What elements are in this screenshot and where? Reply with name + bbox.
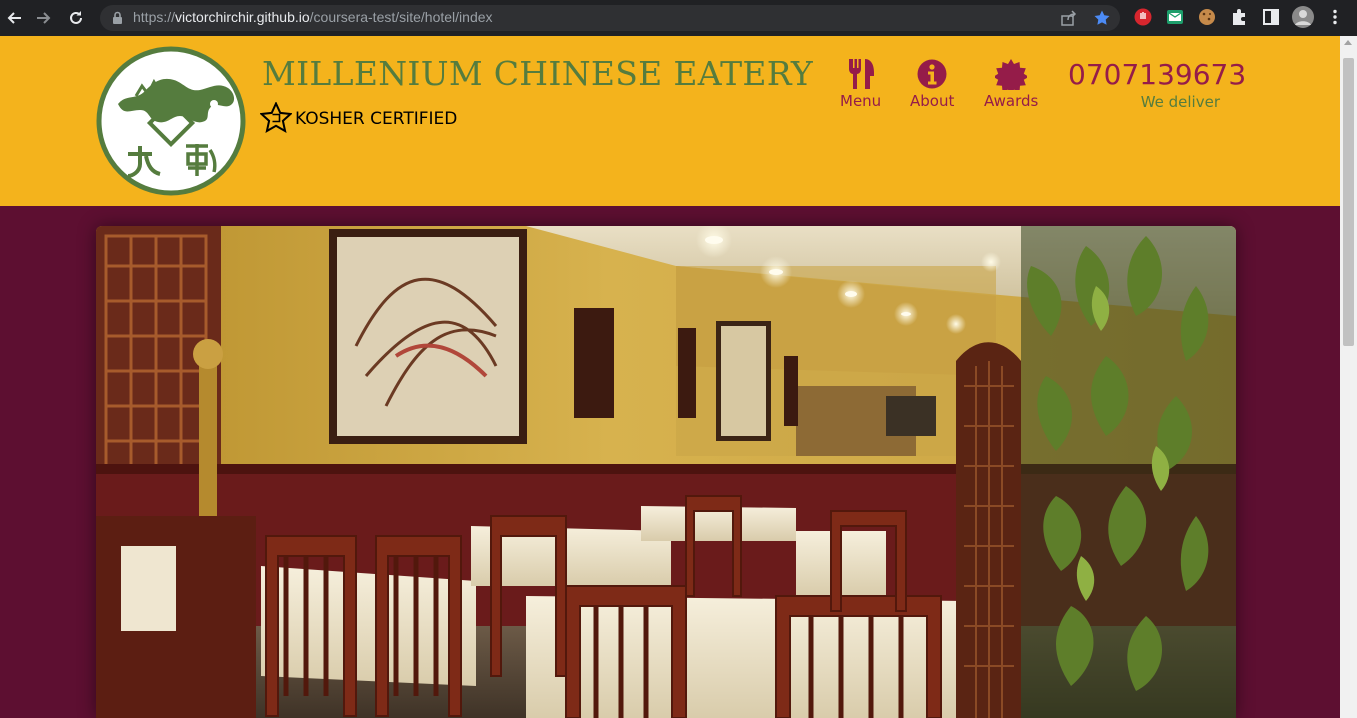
restaurant-logo[interactable]: [96, 46, 246, 196]
kosher-star-icon: [260, 102, 292, 133]
reload-icon: [70, 11, 82, 24]
back-icon: [7, 12, 21, 24]
cutlery-icon: [848, 59, 874, 89]
forward-icon: [37, 12, 51, 24]
reload-button[interactable]: [65, 7, 87, 29]
sidepanel-icon[interactable]: [1262, 8, 1280, 26]
mail-extension-icon[interactable]: [1166, 8, 1184, 26]
nav-awards[interactable]: Awards: [984, 58, 1038, 110]
forward-button[interactable]: [33, 7, 55, 29]
url-text: https://victorchirchir.github.io/courser…: [133, 9, 493, 25]
delivery-note: We deliver: [1140, 93, 1220, 111]
adblock-extension-icon[interactable]: [1134, 8, 1152, 26]
site-header: MILLENIUM CHINESE EATERY KOSHER CERTIFIE…: [0, 36, 1340, 206]
profile-avatar[interactable]: [1292, 6, 1314, 28]
site-title[interactable]: MILLENIUM CHINESE EATERY: [262, 54, 813, 93]
browser-toolbar: https://victorchirchir.github.io/courser…: [0, 0, 1357, 36]
certificate-icon: [995, 59, 1028, 90]
nav-about-label: About: [910, 92, 955, 110]
nav-menu-label: Menu: [840, 92, 882, 110]
back-button[interactable]: [3, 7, 25, 29]
hero-restaurant-image: [96, 226, 1236, 718]
cookie-extension-icon[interactable]: [1198, 8, 1216, 26]
scroll-up-arrow-icon[interactable]: [1344, 40, 1352, 45]
nav-awards-label: Awards: [984, 92, 1039, 110]
scrollbar-thumb[interactable]: [1343, 58, 1354, 346]
phone-number[interactable]: 0707139673: [1068, 58, 1246, 91]
menu-kebab-icon[interactable]: [1326, 8, 1344, 26]
nav-about[interactable]: About: [910, 58, 954, 110]
share-icon[interactable]: [1060, 9, 1078, 27]
puzzle-icon[interactable]: [1230, 8, 1248, 26]
nav-menu[interactable]: Menu: [840, 58, 881, 110]
info-icon: [917, 59, 947, 89]
lock-icon: [113, 11, 122, 24]
bookmark-star-icon[interactable]: [1093, 9, 1111, 27]
address-bar[interactable]: https://victorchirchir.github.io/courser…: [100, 5, 1120, 31]
kosher-label: KOSHER CERTIFIED: [295, 109, 458, 129]
